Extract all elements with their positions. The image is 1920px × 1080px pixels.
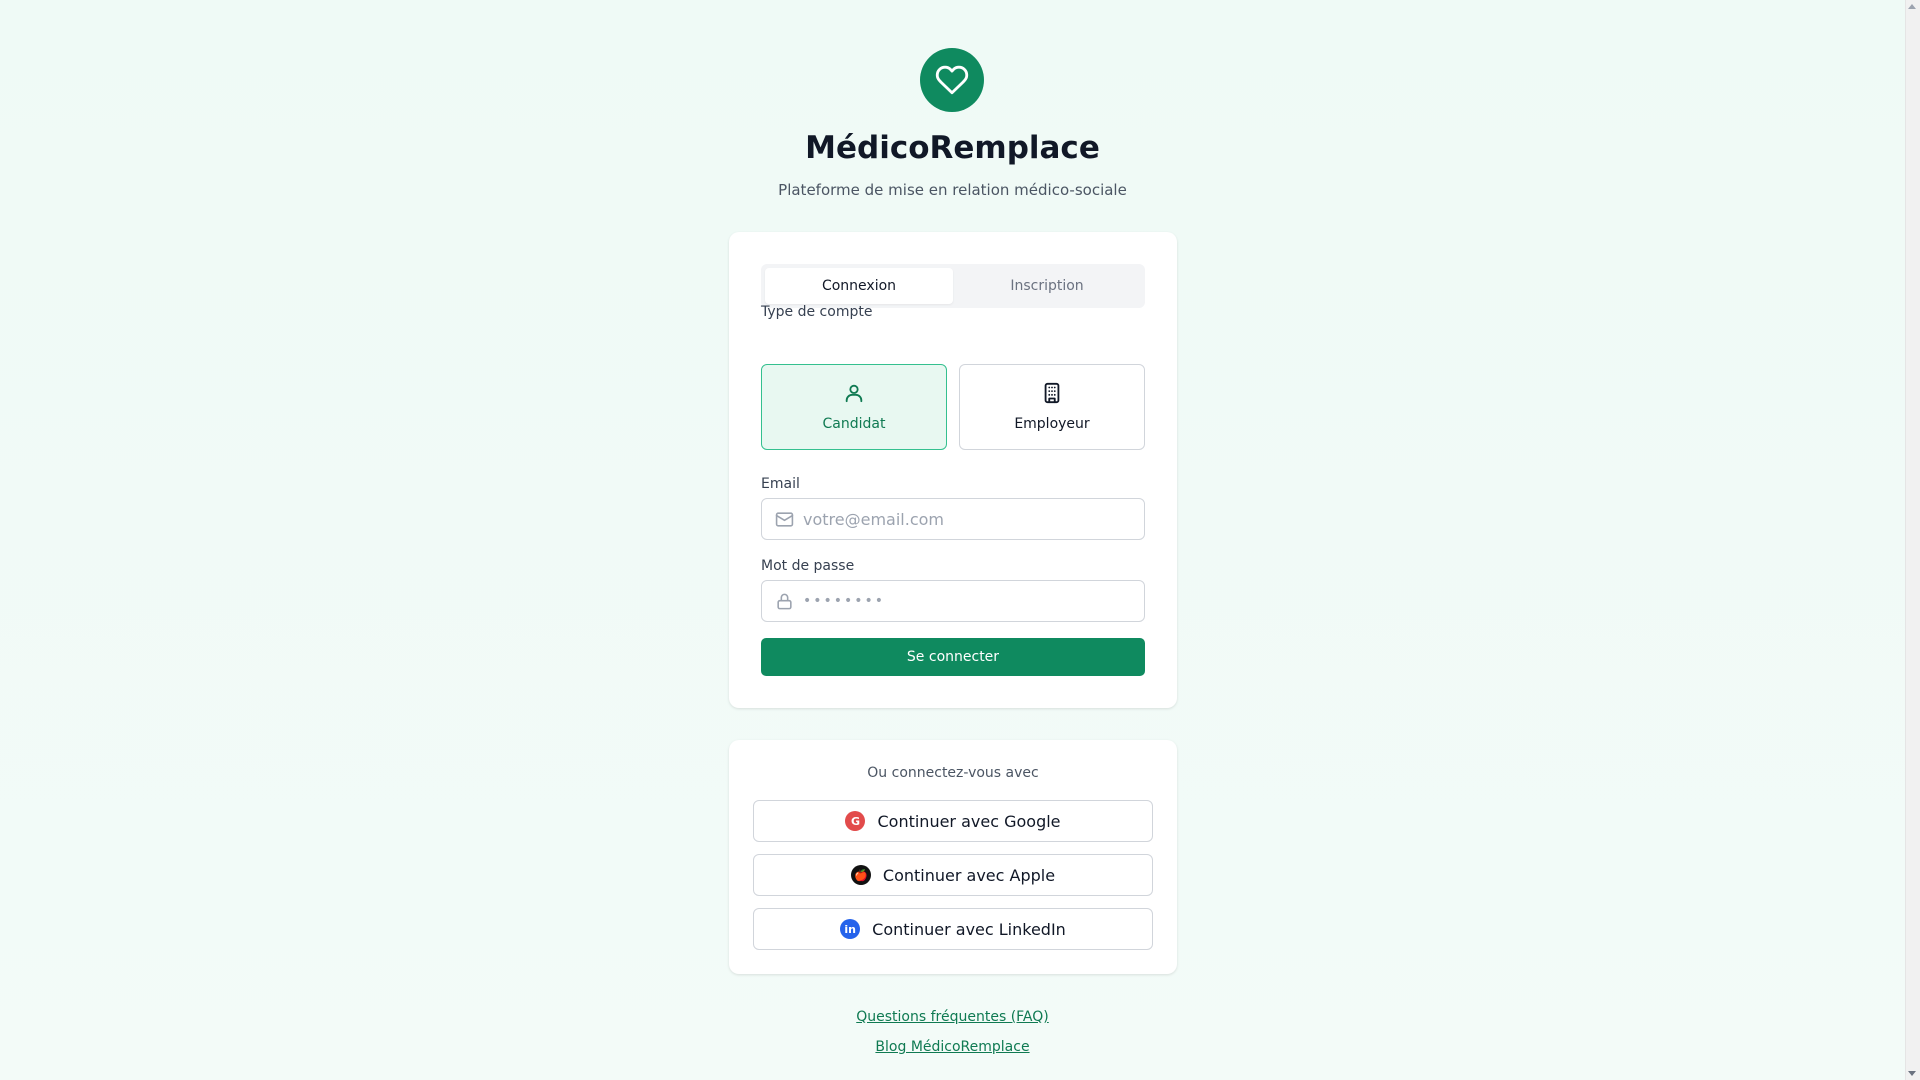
user-icon — [843, 382, 865, 408]
scroll-down-icon[interactable] — [1908, 1071, 1916, 1076]
linkedin-login-label: Continuer avec LinkedIn — [872, 919, 1066, 939]
linkedin-icon: in — [840, 919, 861, 939]
mail-icon — [774, 509, 794, 529]
account-type-candidat[interactable]: Candidat — [761, 364, 947, 450]
heart-icon — [920, 48, 984, 112]
account-type-employeur[interactable]: Employeur — [959, 364, 1145, 450]
account-type-employeur-label: Employeur — [1014, 416, 1090, 432]
app-subtitle: Plateforme de mise en relation médico-so… — [778, 181, 1127, 199]
apple-login-label: Continuer avec Apple — [882, 865, 1056, 885]
social-login-card: Ou connectez-vous avec G Continuer avec … — [729, 740, 1177, 974]
account-type-label: Type de compte — [761, 304, 873, 320]
social-heading: Ou connectez-vous avec — [867, 765, 1039, 781]
vertical-scrollbar[interactable] — [1905, 0, 1920, 1080]
google-icon: G — [845, 811, 866, 831]
email-field[interactable]: votre@email.com — [761, 498, 1145, 540]
login-card: Connexion Inscription Type de compte Can… — [729, 232, 1177, 708]
account-type-candidat-label: Candidat — [822, 416, 886, 432]
email-label: Email — [761, 476, 800, 492]
tab-connexion[interactable]: Connexion — [765, 268, 953, 304]
google-login-label: Continuer avec Google — [877, 811, 1061, 831]
email-placeholder: votre@email.com — [803, 509, 944, 529]
app-title: MédicoRemplace — [805, 130, 1100, 166]
password-field[interactable]: •••••••• — [761, 580, 1145, 622]
faq-link[interactable]: Questions fréquentes (FAQ) — [0, 1009, 1905, 1025]
blog-link[interactable]: Blog MédicoRemplace — [0, 1039, 1905, 1055]
building-icon — [1041, 382, 1063, 408]
linkedin-login-button[interactable]: in Continuer avec LinkedIn — [753, 908, 1153, 950]
apple-icon: 🍎 — [850, 865, 871, 885]
tab-inscription[interactable]: Inscription — [953, 268, 1141, 304]
lock-icon — [774, 591, 794, 611]
apple-login-button[interactable]: 🍎 Continuer avec Apple — [753, 854, 1153, 896]
password-placeholder: •••••••• — [803, 593, 886, 609]
auth-tabs: Connexion Inscription — [761, 264, 1145, 308]
password-label: Mot de passe — [761, 558, 855, 574]
login-page: MédicoRemplace Plateforme de mise en rel… — [0, 0, 1905, 1080]
google-login-button[interactable]: G Continuer avec Google — [753, 800, 1153, 842]
scroll-up-icon[interactable] — [1908, 4, 1916, 9]
login-button[interactable]: Se connecter — [761, 638, 1145, 676]
